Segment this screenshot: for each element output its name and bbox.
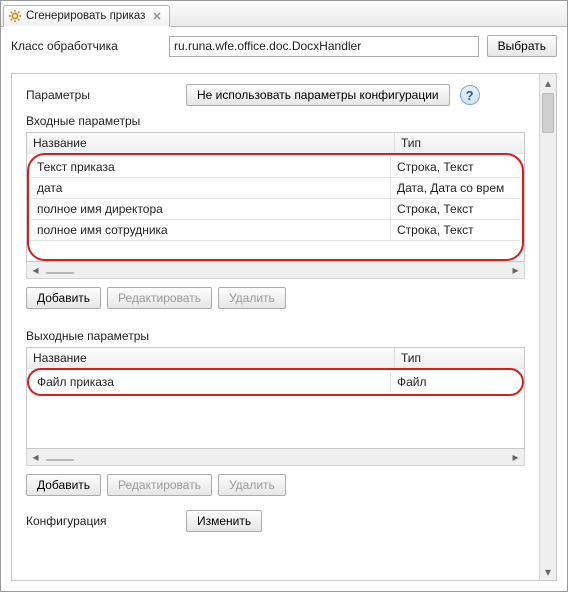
configuration-label: Конфигурация (26, 514, 176, 528)
add-button[interactable]: Добавить (26, 287, 101, 309)
delete-button: Удалить (218, 287, 286, 309)
output-params-title: Выходные параметры (26, 329, 525, 343)
add-button[interactable]: Добавить (26, 474, 101, 496)
input-params-title: Входные параметры (26, 114, 525, 128)
help-icon[interactable]: ? (460, 85, 480, 105)
col-type[interactable]: Тип (394, 348, 524, 368)
cell-type: Строка, Текст (390, 157, 520, 177)
cell-name: полное имя директора (31, 199, 390, 219)
delete-button: Удалить (218, 474, 286, 496)
table-row[interactable]: Файл приказа Файл (31, 372, 520, 392)
hscrollbar[interactable]: ◂ ▸ (26, 262, 525, 279)
cell-type: Строка, Текст (390, 199, 520, 219)
table-header: Название Тип (27, 133, 524, 154)
tab-title: Сгенерировать приказ (26, 10, 145, 22)
chevron-right-icon[interactable]: ▸ (507, 263, 524, 277)
cell-name: дата (31, 178, 390, 198)
table-row[interactable]: полное имя сотрудника Строка, Текст (31, 220, 520, 241)
chevron-down-icon[interactable]: ▾ (540, 563, 556, 580)
change-button[interactable]: Изменить (186, 510, 262, 532)
cell-name: Файл приказа (31, 372, 390, 392)
no-config-params-button[interactable]: Не использовать параметры конфигурации (186, 84, 450, 106)
output-params-table: Название Тип Файл приказа Файл (26, 347, 525, 449)
cell-type: Файл (390, 372, 520, 392)
handler-class-label: Класс обработчика (11, 39, 161, 53)
client-area: Класс обработчика Выбрать (1, 27, 567, 71)
parameters-label: Параметры (26, 88, 176, 102)
cell-type: Дата, Дата со врем (390, 178, 520, 198)
hscrollbar[interactable]: ◂ ▸ (26, 449, 525, 466)
gear-icon (8, 9, 22, 23)
main-scroll-pane: Параметры Не использовать параметры конф… (11, 73, 557, 581)
edit-button: Редактировать (107, 474, 212, 496)
vscrollbar[interactable]: ▴ ▾ (539, 74, 556, 580)
cell-name: полное имя сотрудника (31, 220, 390, 240)
table-header: Название Тип (27, 348, 524, 369)
highlighted-rows: Файл приказа Файл (27, 368, 524, 396)
table-row[interactable]: полное имя директора Строка, Текст (31, 199, 520, 220)
chevron-left-icon[interactable]: ◂ (27, 263, 44, 277)
col-name[interactable]: Название (27, 133, 394, 153)
choose-button[interactable]: Выбрать (487, 35, 557, 57)
close-icon[interactable] (151, 10, 163, 22)
edit-button: Редактировать (107, 287, 212, 309)
tab-generate-order[interactable]: Сгенерировать приказ (3, 5, 170, 27)
highlighted-rows: Текст приказа Строка, Текст дата Дата, Д… (27, 153, 524, 261)
col-type[interactable]: Тип (394, 133, 524, 153)
chevron-up-icon[interactable]: ▴ (540, 74, 556, 91)
input-params-table: Название Тип Текст приказа Строка, Текст… (26, 132, 525, 262)
table-row[interactable]: дата Дата, Дата со врем (31, 178, 520, 199)
tab-bar: Сгенерировать приказ (1, 1, 567, 27)
chevron-right-icon[interactable]: ▸ (507, 450, 524, 464)
cell-type: Строка, Текст (390, 220, 520, 240)
cell-name: Текст приказа (31, 157, 390, 177)
chevron-left-icon[interactable]: ◂ (27, 450, 44, 464)
handler-class-input[interactable] (169, 36, 479, 57)
col-name[interactable]: Название (27, 348, 394, 368)
table-row[interactable]: Текст приказа Строка, Текст (31, 157, 520, 178)
